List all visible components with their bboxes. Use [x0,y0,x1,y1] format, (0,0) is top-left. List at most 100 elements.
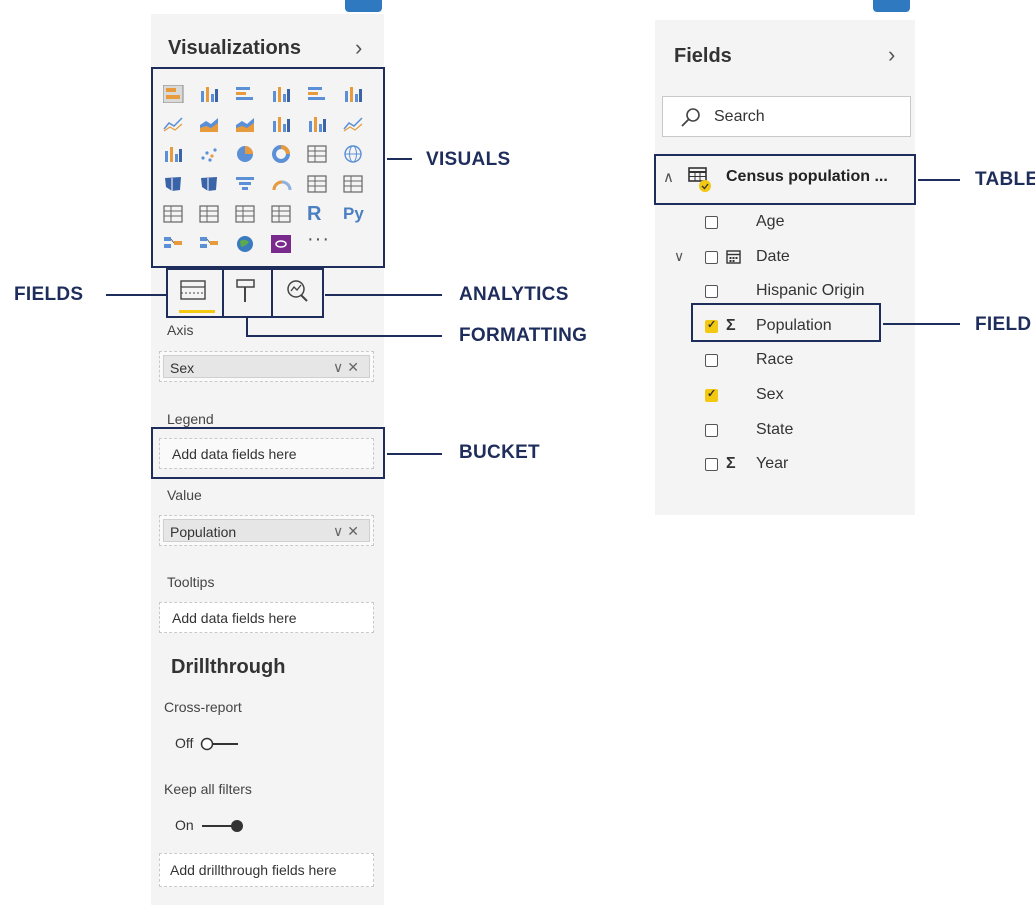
card-visual-icon[interactable] [307,175,329,193]
legend-label: Legend [167,411,214,427]
shape-map-glyph [201,177,217,191]
tooltips-placeholder: Add data fields here [172,610,297,626]
toggle-on-icon [202,819,244,832]
field-checkbox[interactable] [705,354,718,367]
fields-search-input[interactable]: Search [662,96,911,137]
more-visuals-icon[interactable]: ··· [307,228,330,251]
matrix-visual-icon[interactable] [271,205,293,223]
field-row[interactable]: Σ Year [670,454,900,476]
drillthrough-placeholder: Add drillthrough fields here [170,862,337,878]
treemap-visual-icon[interactable] [307,145,329,163]
100-column-visual-icon[interactable] [343,85,365,103]
key-influencers-visual-icon[interactable] [163,235,185,253]
field-label: Age [756,213,785,230]
waterfall-visual-icon[interactable] [163,145,185,163]
visuals-callout-line [387,158,412,160]
chip-dropdown-remove-icons[interactable]: ∨✕ [333,523,363,540]
100-bar-visual-icon[interactable] [307,85,329,103]
analytics-tab[interactable] [284,278,310,309]
clustered-bar-visual-icon[interactable] [235,85,257,103]
slicer-visual-icon[interactable] [199,205,221,223]
chevron-right-icon[interactable]: › [355,35,362,61]
field-row[interactable]: Sex [670,385,900,407]
chevron-right-icon[interactable]: › [888,42,895,68]
line-column-glyph [273,117,290,132]
field-row[interactable]: ∨ Date [670,247,900,269]
scatter-visual-icon[interactable] [199,145,221,163]
line-stacked-column-visual-icon[interactable] [307,115,329,133]
search-icon [681,108,700,127]
value-field-chip[interactable]: Population ∨✕ [163,519,370,542]
field-annotation: FIELD [975,314,1032,335]
table-name[interactable]: Census population ... [726,168,888,186]
visual-gallery: R Py [162,84,378,265]
map-visual-icon[interactable] [343,145,365,163]
legend-well[interactable]: Add data fields here [159,438,374,469]
donut-glyph [272,145,290,163]
axis-field-chip[interactable]: Sex ∨✕ [163,355,370,378]
tooltips-well[interactable]: Add data fields here [159,602,374,633]
search-placeholder: Search [714,108,765,125]
python-visual-visual-icon[interactable]: Py [343,205,365,223]
pie-visual-icon[interactable] [235,145,257,163]
donut-visual-icon[interactable] [271,145,293,163]
field-checkbox[interactable] [705,285,718,298]
cross-report-toggle[interactable]: Off [175,735,242,753]
analytics-annotation: ANALYTICS [459,284,569,305]
field-label: State [756,421,794,438]
slicer-glyph [199,205,219,223]
decomposition-tree-glyph [200,237,218,248]
field-checkbox[interactable] [705,458,718,471]
filled-map-visual-icon[interactable] [163,175,185,193]
power-apps-visual-icon[interactable] [271,235,293,253]
value-label: Value [167,487,202,503]
arcgis-map-visual-icon[interactable] [235,235,257,253]
field-checkbox[interactable] [705,387,718,402]
collapse-caret-icon[interactable]: ∧ [663,168,674,186]
ribbon-visual-icon[interactable] [343,115,365,133]
area-visual-icon[interactable] [199,115,221,133]
field-row[interactable]: Race [670,350,900,372]
shape-map-visual-icon[interactable] [199,175,221,193]
fields-pane-collapse-tab[interactable] [873,0,910,12]
pane-collapse-tab[interactable] [345,0,382,12]
field-checkbox[interactable] [705,216,718,229]
line-column-visual-icon[interactable] [271,115,293,133]
table-visual-icon[interactable] [235,205,257,223]
value-well[interactable]: Population ∨✕ [159,515,374,546]
field-row[interactable]: State [670,420,900,442]
r-visual-visual-icon[interactable]: R [307,204,329,224]
stacked-area-visual-icon[interactable] [235,115,257,133]
fields-callout-line [106,294,166,296]
field-checkbox[interactable] [705,251,718,264]
field-row[interactable]: Hispanic Origin [670,281,900,303]
stacked-column-visual-icon[interactable] [199,85,221,103]
tooltips-label: Tooltips [167,574,215,590]
clustered-column-visual-icon[interactable] [271,85,293,103]
fields-title: Fields [674,45,732,67]
chip-dropdown-remove-icons[interactable]: ∨✕ [333,359,363,376]
pie-glyph [237,146,253,162]
kpi-visual-icon[interactable] [163,205,185,223]
fields-tab[interactable] [180,279,208,306]
formatting-annotation: FORMATTING [459,325,588,346]
funnel-visual-icon[interactable] [235,175,257,193]
axis-well[interactable]: Sex ∨✕ [159,351,374,382]
cross-report-label: Cross-report [164,699,242,715]
gauge-visual-icon[interactable] [271,175,293,193]
decomposition-tree-visual-icon[interactable] [199,235,221,253]
card-glyph [307,175,327,193]
field-label: Sex [756,386,784,403]
field-highlight-box [691,303,881,342]
drillthrough-well[interactable]: Add drillthrough fields here [159,853,374,887]
line-visual-icon[interactable] [163,115,185,133]
format-tab[interactable] [235,278,257,309]
expand-caret-icon[interactable]: ∨ [674,248,684,265]
clustered-bar-glyph [236,87,253,100]
multi-row-card-visual-icon[interactable] [343,175,365,193]
field-row[interactable]: Age [670,212,900,234]
stacked-bar-visual-icon[interactable] [162,84,185,104]
keep-all-filters-toggle[interactable]: On [175,817,246,835]
field-label: Year [756,455,789,472]
field-checkbox[interactable] [705,424,718,437]
